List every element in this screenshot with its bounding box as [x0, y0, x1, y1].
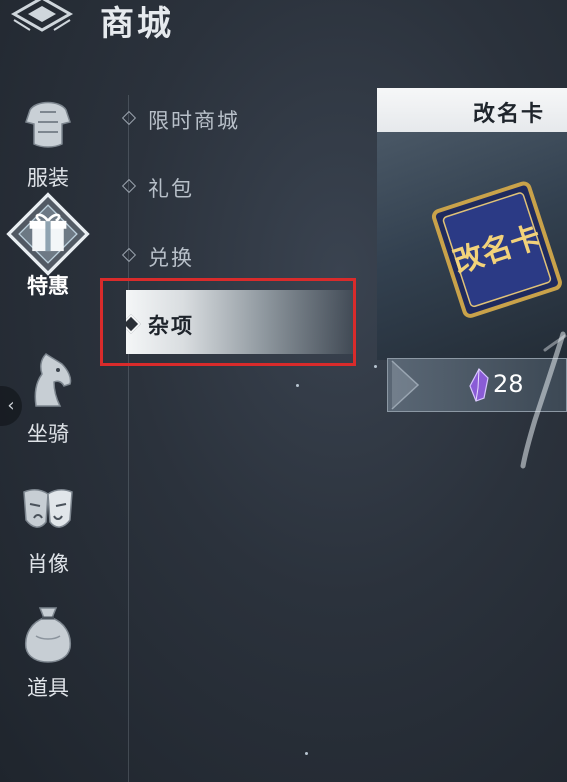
chevron-right-icon — [391, 360, 420, 410]
sparkle-dot — [296, 384, 299, 387]
emblem-icon — [10, 0, 74, 32]
submenu-label: 礼包 — [148, 177, 194, 201]
submenu-item-gift-pack[interactable]: 礼包 — [120, 168, 350, 208]
diamond-bullet-icon — [121, 178, 137, 194]
submenu-label: 兑换 — [148, 246, 194, 270]
rail-label: 特惠 — [27, 274, 69, 298]
brush-stroke-decoration — [520, 331, 567, 469]
chevron-left-icon: ‹ — [7, 395, 15, 416]
mask-icon — [23, 489, 73, 528]
submenu-item-exchange[interactable]: 兑换 — [120, 237, 350, 277]
bag-icon — [24, 607, 72, 663]
rail-label: 道具 — [27, 676, 69, 700]
armor-icon — [25, 101, 71, 148]
sparkle-dot — [374, 365, 377, 368]
rename-card-icon: 改名卡 — [431, 181, 562, 318]
product-card-header: 改名卡 — [377, 88, 567, 132]
product-name: 改名卡 — [472, 102, 545, 127]
rail-item-portrait[interactable]: 肖像 — [0, 478, 96, 588]
category-rail: 服装 特惠 坐骑 肖像 道具 — [0, 80, 96, 780]
rail-item-clothing[interactable]: 服装 — [0, 92, 96, 202]
rail-label: 服装 — [27, 166, 69, 190]
submenu-label: 限时商城 — [148, 109, 240, 133]
gift-icon — [6, 192, 90, 276]
submenu-item-limited-shop[interactable]: 限时商城 — [120, 100, 350, 140]
purple-gem-icon — [469, 368, 489, 402]
rail-label: 肖像 — [27, 552, 69, 576]
header-bar: 商城 — [0, 0, 567, 48]
sparkle-dot — [305, 752, 308, 755]
diamond-bullet-icon — [121, 110, 137, 126]
diamond-bullet-icon — [121, 247, 137, 263]
rail-item-deals[interactable]: 特惠 — [0, 192, 96, 310]
rail-item-items[interactable]: 道具 — [0, 602, 96, 712]
rail-label: 坐骑 — [27, 422, 69, 446]
selection-highlight — [100, 278, 356, 366]
page-title: 商城 — [100, 4, 174, 44]
horse-icon — [34, 353, 72, 407]
